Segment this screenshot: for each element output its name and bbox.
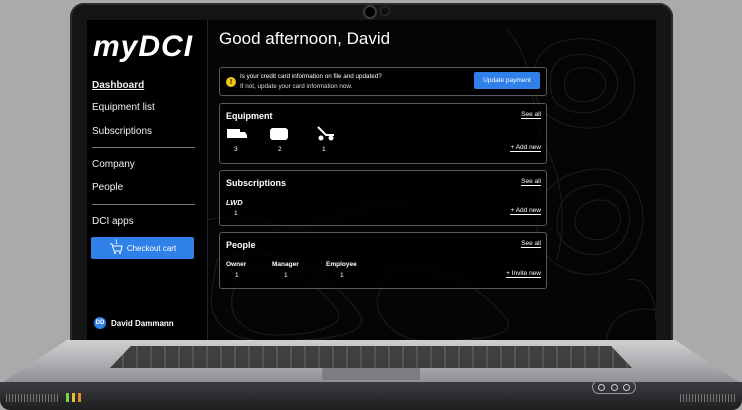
role-manager-count: 1 <box>284 272 288 279</box>
truck-icon <box>227 129 247 138</box>
user-name: David Dammann <box>111 318 174 328</box>
mydci-logo[interactable]: myDCI <box>93 30 201 64</box>
add-subscription-button[interactable]: + Add new <box>510 207 541 215</box>
people-title: People <box>226 240 256 250</box>
sidebar-item-dci-apps[interactable]: DCI apps <box>92 216 134 227</box>
avatar: DD <box>94 317 106 329</box>
sidebar-item-equipment-list[interactable]: Equipment list <box>92 102 155 113</box>
subscription-count: 1 <box>234 210 238 217</box>
sidebar-divider <box>92 204 195 205</box>
checkout-cart-label: Checkout cart <box>126 243 177 253</box>
sidebar-item-people[interactable]: People <box>92 182 123 193</box>
logo-text: myDCI <box>93 30 194 63</box>
trailer-icon <box>317 126 334 141</box>
sidebar-item-subscriptions[interactable]: Subscriptions <box>92 126 152 137</box>
sidebar: myDCI Dashboard Equipment list Subscript… <box>87 20 208 341</box>
equipment-title: Equipment <box>226 111 273 121</box>
subscriptions-card: Subscriptions See all LWD 1 + Add new <box>219 170 547 226</box>
equipment-count-tablet: 2 <box>278 146 282 153</box>
people-see-all-link[interactable]: See all <box>521 240 541 248</box>
equipment-card: Equipment See all 3 2 1 + Add new <box>219 103 547 164</box>
role-employee-label: Employee <box>326 261 357 268</box>
equipment-count-trailer: 1 <box>322 146 326 153</box>
people-card: People See all Owner Manager Employee 1 … <box>219 232 547 289</box>
ports <box>592 380 636 394</box>
cart-count-badge: 1 <box>114 239 119 246</box>
tablet-icon <box>270 128 288 140</box>
lwd-logo-icon: LWD <box>226 198 243 207</box>
equipment-see-all-link[interactable]: See all <box>521 111 541 119</box>
update-payment-button[interactable]: Update payment <box>474 72 540 89</box>
keyboard <box>110 346 632 368</box>
equipment-count-truck: 3 <box>234 146 238 153</box>
role-employee-count: 1 <box>340 272 344 279</box>
invite-person-button[interactable]: + Invite new <box>506 270 541 278</box>
page-title: Good afternoon, David <box>219 29 391 48</box>
role-owner-count: 1 <box>235 272 239 279</box>
alert-message: Is your credit card information on file … <box>240 73 382 80</box>
subscriptions-see-all-link[interactable]: See all <box>521 178 541 186</box>
alert-submessage: If not, update your card information now… <box>240 83 353 90</box>
sidebar-item-company[interactable]: Company <box>92 159 135 170</box>
user-profile[interactable]: DD David Dammann <box>94 317 174 329</box>
trackpad <box>322 368 420 380</box>
subscriptions-title: Subscriptions <box>226 178 287 188</box>
checkout-cart-button[interactable]: 1 Checkout cart <box>91 237 194 259</box>
cart-icon: 1 <box>109 239 123 254</box>
vent-left <box>6 394 58 402</box>
webcam-icon <box>363 5 377 19</box>
sidebar-divider <box>92 147 195 148</box>
camera-sensor-icon <box>380 6 390 16</box>
payment-alert: ! Is your credit card information on fil… <box>219 67 547 96</box>
vent-right <box>680 394 736 402</box>
status-leds <box>66 393 82 402</box>
warning-icon: ! <box>226 77 236 87</box>
sidebar-item-dashboard[interactable]: Dashboard <box>92 80 144 91</box>
app-screen: myDCI Dashboard Equipment list Subscript… <box>87 20 656 341</box>
role-owner-label: Owner <box>226 261 247 268</box>
add-equipment-button[interactable]: + Add new <box>510 144 541 152</box>
role-manager-label: Manager <box>272 261 299 268</box>
